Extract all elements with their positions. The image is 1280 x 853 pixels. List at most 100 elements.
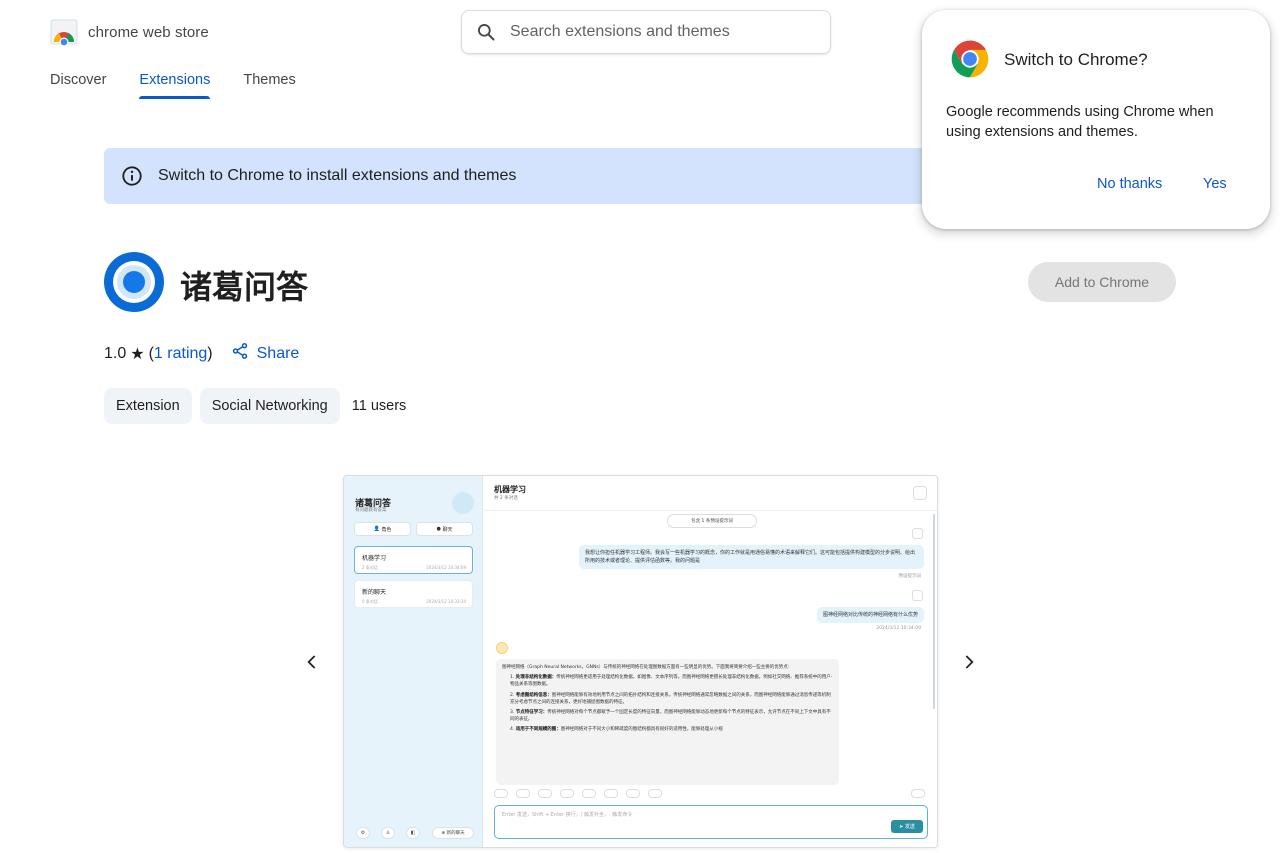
shot-conv-title: 新的聊天 [362, 589, 387, 596]
shot-conv-title: 机器学习 [362, 555, 387, 562]
shot-tool-icon [604, 789, 618, 798]
shot-conversation-item: 新的聊天 0 条对话 2024/3/12 10:33:34 [354, 580, 473, 608]
shot-chatgpt-icon [452, 492, 474, 514]
shot-divider [484, 510, 937, 511]
share-label: Share [256, 344, 300, 362]
shot-bot-message: 图神经网络（Graph Neural Networks，GNNs）与传统的神经网… [496, 659, 839, 785]
carousel-prev-button[interactable] [300, 650, 324, 674]
shot-chat-title: 机器学习 [494, 485, 526, 494]
shot-tool-icon [538, 789, 552, 798]
search-icon [462, 22, 510, 42]
shot-point-body: 传统神经网络更适用于处理结构化数据，如图像、文本序列等。而图神经网络更擅长处理非… [510, 675, 833, 688]
nav-themes[interactable]: Themes [243, 72, 295, 97]
shot-send-label: 发送 [904, 824, 915, 830]
category-chips: Extension Social Networking 11 users [104, 388, 406, 424]
extension-logo-icon [104, 252, 164, 312]
shot-chat-subtitle: 共 2 条对话 [494, 496, 518, 501]
shot-conv-date: 2024/3/12 10:33:34 [426, 599, 466, 604]
store-name: chrome web store [88, 23, 209, 41]
shot-bot-point: 3. 节点特征学习：传统神经网络对每个节点都赋予一个固定长度的特征向量，而图神经… [510, 710, 831, 723]
switch-to-chrome-dialog: Switch to Chrome? Google recommends usin… [922, 10, 1270, 229]
shot-settings-icon: ⚙ [356, 827, 370, 839]
chrome-web-store-icon [50, 18, 78, 47]
carousel-next-button[interactable] [957, 650, 981, 674]
shot-user-message: 我想让你担任机器学习工程师。我会写一些机器学习的概念，你的工作就是用通俗易懂的术… [579, 545, 924, 569]
shot-msg-time: 2024/3/12 10:34:09 [876, 626, 921, 631]
shot-edit-icon [913, 486, 927, 500]
shot-toolbar [494, 789, 662, 798]
shot-role-icon: 👤 [373, 526, 380, 532]
shot-point-body: 图神经网络对于不同大小和稀疏度的图结构都具有很好的适用性，能够处理从小规 [560, 727, 723, 733]
shot-context-pill: 包含 1 条预设提示词 [667, 514, 757, 528]
shot-new-chat-label: 新的聊天 [446, 831, 465, 836]
shot-scrollbar [933, 514, 935, 709]
store-logo[interactable]: chrome web store [50, 18, 209, 47]
rating-count-link[interactable]: 1 rating [154, 345, 207, 363]
user-count: 11 users [351, 398, 407, 414]
shot-conv-count: 0 条对话 [362, 599, 378, 604]
shot-layout-icon [911, 789, 925, 798]
extension-title: 诸葛问答 [180, 268, 309, 306]
shot-tool-icon [560, 789, 574, 798]
extension-screenshot[interactable]: 诸葛问答 有问题就有答案 👤 角色 ● 聊天 机器学习 2 条对话 2024/3… [343, 475, 938, 848]
shot-input-area: Enter 发送，Shift + Enter 换行，/ 触发补全，: 触发命令 … [494, 805, 928, 839]
chip-social-networking[interactable]: Social Networking [199, 388, 340, 424]
dialog-body: Google recommends using Chrome when usin… [946, 104, 1214, 140]
shot-tool-icon [516, 789, 530, 798]
shot-user-icon: ♙ [381, 827, 395, 839]
shot-role-button: 👤 角色 [354, 522, 411, 536]
shot-app-subtitle: 有问题就有答案 [355, 508, 387, 513]
share-button[interactable]: Share [231, 342, 300, 365]
shot-conv-date: 2024/3/12 10:34:09 [426, 565, 466, 570]
shot-point-head: 适用于不同规模的图： [515, 727, 561, 733]
shot-chat-button: ● 聊天 [416, 522, 473, 536]
shot-bot-point: 1. 处理非结构化数据：传统神经网络更适用于处理结构化数据，如图像、文本序列等。… [510, 675, 833, 688]
shot-tool-icon [648, 789, 662, 798]
search-box[interactable] [461, 10, 831, 54]
shot-tool-icon [582, 789, 596, 798]
shot-conv-count: 2 条对话 [362, 565, 378, 570]
no-thanks-button[interactable]: No thanks [1097, 176, 1162, 192]
nav-discover[interactable]: Discover [50, 72, 106, 97]
dialog-title: Switch to Chrome? [1004, 50, 1148, 69]
shot-bot-avatar [496, 642, 508, 654]
shot-tool-icon [626, 789, 640, 798]
yes-button[interactable]: Yes [1203, 176, 1227, 192]
chevron-left-icon [307, 655, 316, 669]
shot-delete-icon [912, 528, 923, 539]
star-icon: ★ [130, 345, 145, 363]
add-to-chrome-button[interactable]: Add to Chrome [1028, 262, 1176, 302]
shot-user-message: 图神经网络对比传统的神经网络有什么优势 [816, 607, 924, 623]
shot-send-button: ➤ 发送 [891, 820, 923, 833]
chrome-logo-icon [948, 37, 992, 81]
rating-paren-close: ) [207, 344, 213, 362]
screenshot-sidebar: 诸葛问答 有问题就有答案 👤 角色 ● 聊天 机器学习 2 条对话 2024/3… [344, 476, 483, 847]
search-input[interactable] [510, 23, 810, 41]
rating-row: 1.0 ★ (1 rating) Share [104, 342, 299, 365]
info-icon [121, 165, 143, 187]
shot-new-chat-button: ⊕ 新的聊天 [432, 827, 474, 839]
shot-point-head: 节点特征学习： [515, 710, 548, 716]
nav-extensions[interactable]: Extensions [139, 72, 210, 99]
shot-bot-intro: 图神经网络（Graph Neural Networks，GNNs）与传统的神经网… [502, 665, 793, 670]
main-nav: Discover Extensions Themes [50, 72, 329, 99]
shot-point-body: 图神经网络能够有效地利用节点之间的拓扑结构和连接关系。传统神经网络通常忽略数据之… [510, 692, 831, 705]
shot-input-placeholder: Enter 发送，Shift + Enter 换行，/ 触发补全，: 触发命令 [502, 812, 633, 818]
shot-role-label: 角色 [381, 526, 392, 533]
shot-point-head: 考虑图结构信息： [515, 692, 552, 698]
shot-bot-point: 2. 考虑图结构信息：图神经网络能够有效地利用节点之间的拓扑结构和连接关系。传统… [510, 692, 831, 705]
shot-msg-time: 预设提示词 [898, 574, 922, 579]
chip-extension[interactable]: Extension [104, 388, 192, 424]
shot-point-head: 处理非结构化数据： [515, 675, 557, 681]
banner-text: Switch to Chrome to install extensions a… [158, 167, 517, 184]
shot-tool-icon [494, 789, 508, 798]
shot-delete-icon [912, 590, 923, 601]
share-icon [231, 342, 249, 365]
shot-plugin-icon: ◧ [406, 827, 420, 839]
shot-point-body: 传统神经网络对每个节点都赋予一个固定长度的特征向量，而图神经网络能够动态地更新每… [510, 710, 831, 723]
shot-chat-label: 聊天 [442, 526, 453, 533]
screenshot-main: 机器学习 共 2 条对话 包含 1 条预设提示词 我想让你担任机器学习工程师。我… [484, 476, 937, 847]
shot-conversation-item: 机器学习 2 条对话 2024/3/12 10:34:09 [354, 546, 473, 574]
chevron-right-icon [965, 655, 974, 669]
shot-chat-icon: ● [436, 526, 441, 532]
